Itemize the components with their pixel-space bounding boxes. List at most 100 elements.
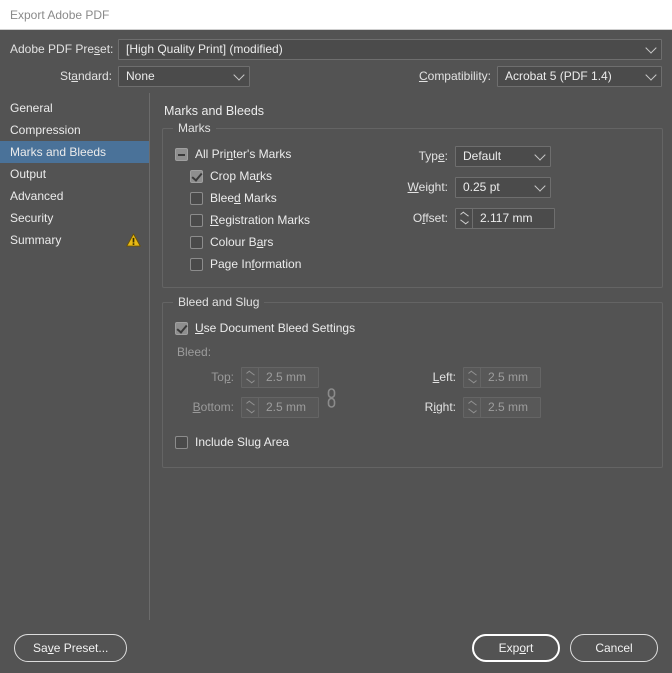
standard-value: None (126, 69, 155, 83)
sidebar-item-label: Advanced (10, 189, 64, 203)
colour-bars-checkbox[interactable]: Colour Bars (175, 231, 393, 253)
mark-offset-label: Offset: (412, 211, 448, 225)
stepper-icon[interactable] (242, 367, 259, 387)
bleed-fields-grid: Top: 2.5 mm Bottom: 2.5 mm Left: 2.5 mm … (175, 365, 650, 425)
checkbox-indicator (190, 257, 203, 271)
settings-panel: Marks and Bleeds Marks All Printer's Mar… (150, 93, 672, 620)
colour-bars-label: Colour Bars (210, 235, 274, 249)
bleed-top-label: Top: (211, 370, 234, 384)
bleed-and-slug-legend: Bleed and Slug (173, 295, 265, 309)
settings-category-list: General Compression Marks and Bleeds Out… (0, 93, 150, 620)
marks-group: Marks All Printer's Marks Crop Marks Ble… (162, 121, 663, 288)
compatibility-value: Acrobat 5 (PDF 1.4) (505, 69, 612, 83)
bleed-bottom-field[interactable]: 2.5 mm (241, 396, 319, 418)
bleed-top-field[interactable]: 2.5 mm (241, 366, 319, 388)
checkbox-indicator-mixed (175, 147, 188, 161)
include-slug-area-checkbox[interactable]: Include Slug Area (175, 431, 650, 453)
all-printers-marks-label: All Printer's Marks (195, 147, 292, 161)
registration-marks-label: Registration Marks (210, 213, 311, 227)
bleed-marks-checkbox[interactable]: Bleed Marks (175, 187, 393, 209)
stepper-icon[interactable] (464, 397, 481, 417)
bleed-right-field[interactable]: 2.5 mm (463, 396, 541, 418)
use-document-bleed-settings-checkbox[interactable]: Use Document Bleed Settings (175, 317, 650, 339)
preset-label: Adobe PDF Preset: (10, 42, 114, 56)
chevron-down-icon (534, 180, 546, 192)
bleed-top-value: 2.5 mm (266, 370, 307, 384)
compatibility-label: Compatibility: (418, 69, 491, 83)
chevron-down-icon (645, 42, 657, 54)
sidebar-item-label: Marks and Bleeds (10, 145, 107, 159)
bleed-and-slug-group: Bleed and Slug Use Document Bleed Settin… (162, 295, 663, 468)
registration-marks-checkbox[interactable]: Registration Marks (175, 209, 393, 231)
mark-offset-row: Offset: 2.117 mm (393, 207, 650, 229)
bleed-right-label: Right: (424, 400, 456, 414)
dialog-footer: Sa v e Preset... Exp o rt Cancel (0, 620, 672, 673)
mark-type-dropdown[interactable]: Default (455, 145, 551, 167)
link-chain-icon[interactable] (325, 387, 338, 409)
standard-dropdown[interactable]: None (118, 65, 250, 87)
checkbox-indicator (175, 435, 188, 449)
use-document-bleed-settings-label: Use Document Bleed Settings (195, 321, 356, 335)
checkbox-indicator (190, 191, 203, 205)
mark-offset-field[interactable]: 2.117 mm (455, 207, 555, 229)
sidebar-item-label: Compression (10, 123, 81, 137)
mark-weight-label: Weight: (407, 180, 448, 194)
mark-offset-value: 2.117 mm (480, 211, 533, 225)
sidebar-item-advanced[interactable]: Advanced (0, 185, 149, 207)
save-preset-button[interactable]: Sa v e Preset... (14, 634, 128, 662)
bleed-left-value: 2.5 mm (488, 370, 529, 384)
bleed-left-field[interactable]: 2.5 mm (463, 366, 541, 388)
mark-weight-value: 0.25 pt (463, 180, 500, 194)
sidebar-item-summary[interactable]: Summary (0, 229, 149, 251)
all-printers-marks-checkbox[interactable]: All Printer's Marks (175, 143, 393, 165)
stepper-icon[interactable] (456, 208, 473, 228)
sidebar-item-label: General (10, 101, 53, 115)
window-titlebar: Export Adobe PDF (0, 0, 672, 30)
page-information-checkbox[interactable]: Page Information (175, 253, 393, 275)
bleed-bottom-value: 2.5 mm (266, 400, 307, 414)
sidebar-item-label: Output (10, 167, 47, 181)
bleed-bottom-label: Bottom: (192, 400, 234, 414)
mark-type-value: Default (463, 149, 502, 163)
sidebar-item-output[interactable]: Output (0, 163, 149, 185)
page-title: Marks and Bleeds (164, 104, 265, 118)
bleed-right-row: Right: 2.5 mm (397, 395, 575, 419)
preset-toolbar: Adobe PDF Preset: [High Quality Print] (… (0, 30, 672, 93)
preset-value: [High Quality Print] (modified) (126, 42, 283, 56)
standard-compat-row: Standard: None Compatibility: Acrobat 5 … (10, 65, 662, 87)
sidebar-item-marks-and-bleeds[interactable]: Marks and Bleeds (0, 141, 149, 163)
bleed-marks-label: Bleed Marks (210, 191, 277, 205)
page-information-label: Page Information (210, 257, 302, 271)
cancel-button[interactable]: Cancel (570, 634, 658, 662)
stepper-icon[interactable] (464, 367, 481, 387)
dialog-body: General Compression Marks and Bleeds Out… (0, 93, 672, 620)
marks-group-legend: Marks (173, 121, 216, 135)
bleed-right-value: 2.5 mm (488, 400, 529, 414)
checkbox-indicator-checked (190, 169, 203, 183)
bleed-subsection-label: Bleed: (177, 345, 212, 359)
mark-weight-dropdown[interactable]: 0.25 pt (455, 176, 551, 198)
crop-marks-label: Crop Marks (210, 169, 273, 183)
sidebar-item-general[interactable]: General (0, 97, 149, 119)
sidebar-item-label: Summary (10, 233, 62, 247)
mark-type-row: Type: Default (393, 145, 650, 167)
sidebar-item-security[interactable]: Security (0, 207, 149, 229)
preset-row: Adobe PDF Preset: [High Quality Print] (… (10, 38, 662, 60)
checkbox-indicator (190, 213, 203, 227)
checkbox-indicator-checked (175, 321, 188, 335)
mark-type-label: Type: (418, 149, 448, 163)
preset-dropdown[interactable]: [High Quality Print] (modified) (118, 38, 662, 60)
crop-marks-checkbox[interactable]: Crop Marks (175, 165, 393, 187)
bleed-top-row: Top: 2.5 mm (175, 365, 353, 389)
standard-label: Standard: (59, 69, 112, 83)
include-slug-area-label: Include Slug Area (195, 435, 290, 449)
export-button[interactable]: Exp o rt (472, 634, 560, 662)
stepper-icon[interactable] (242, 397, 259, 417)
compatibility-dropdown[interactable]: Acrobat 5 (PDF 1.4) (497, 65, 662, 87)
chevron-down-icon (534, 149, 546, 161)
bleed-left-label: Left: (432, 370, 456, 384)
window-title: Export Adobe PDF (10, 7, 110, 22)
chevron-down-icon (233, 69, 245, 81)
mark-weight-row: Weight: 0.25 pt (393, 176, 650, 198)
sidebar-item-compression[interactable]: Compression (0, 119, 149, 141)
